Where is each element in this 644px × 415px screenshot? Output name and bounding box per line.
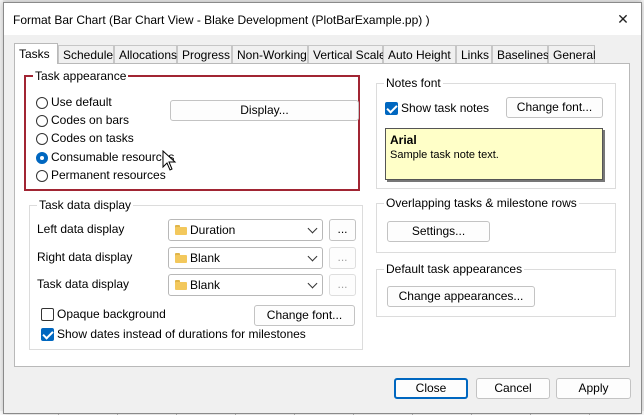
tab-general[interactable]: General — [548, 45, 596, 63]
cancel-button[interactable]: Cancel — [476, 378, 550, 399]
note-font-sample: Arial Sample task note text. — [385, 128, 603, 180]
settings-button[interactable]: Settings... — [387, 221, 490, 242]
note-sample-title: Arial — [390, 133, 417, 147]
show-task-notes-option[interactable]: Show task notes — [385, 100, 489, 116]
task-data-more-button[interactable]: ... — [329, 274, 356, 296]
select-value: Blank — [190, 278, 221, 292]
overlapping-rows-legend: Overlapping tasks & milestone rows — [384, 196, 579, 210]
default-appearances-group: Default task appearances Change appearan… — [376, 262, 616, 317]
default-appearances-legend: Default task appearances — [384, 262, 525, 276]
folder-icon — [175, 253, 187, 263]
chevron-down-icon — [307, 223, 318, 234]
radio-button[interactable] — [36, 151, 48, 164]
left-data-more-button[interactable]: ... — [329, 219, 356, 241]
close-button[interactable]: Close — [394, 378, 468, 399]
task-appearance-group: Task appearance Use default Codes on bar… — [24, 69, 360, 191]
task-data-display-label: Task data display — [37, 277, 130, 291]
chevron-down-icon — [307, 251, 318, 262]
tab-vertical-scale[interactable]: Vertical Scale — [308, 45, 386, 63]
checkbox-label: Show task notes — [401, 101, 490, 115]
tab-schedule[interactable]: Schedule — [58, 45, 114, 63]
task-data-display-legend: Task data display — [37, 198, 134, 212]
checkbox-label: Show dates instead of durations for mile… — [57, 327, 306, 341]
format-bar-chart-dialog: Format Bar Chart (Bar Chart View - Blake… — [3, 2, 642, 414]
apply-button[interactable]: Apply — [556, 378, 631, 399]
note-sample-text: Sample task note text. — [390, 149, 499, 161]
radio-button[interactable] — [36, 132, 48, 145]
select-value: Blank — [190, 251, 221, 265]
chevron-down-icon — [307, 278, 318, 289]
close-icon[interactable]: ✕ — [605, 3, 641, 35]
folder-icon — [175, 280, 187, 290]
task-data-display-group: Task data display Left data display Dura… — [29, 198, 363, 350]
notes-font-group: Notes font Show task notes Change font..… — [376, 76, 616, 189]
right-data-more-button[interactable]: ... — [329, 247, 356, 269]
folder-icon — [175, 225, 187, 235]
radio-button[interactable] — [36, 114, 48, 127]
tasks-tab-panel: Task appearance Use default Codes on bar… — [14, 63, 630, 367]
radio-codes-on-bars[interactable]: Codes on bars — [36, 112, 129, 128]
window-title: Format Bar Chart (Bar Chart View - Blake… — [13, 13, 430, 27]
show-dates-option[interactable]: Show dates instead of durations for mile… — [41, 326, 306, 342]
tab-baselines[interactable]: Baselines — [492, 45, 549, 63]
tab-progress[interactable]: Progress — [177, 45, 232, 63]
mouse-pointer-icon — [162, 150, 177, 171]
tab-links[interactable]: Links — [456, 45, 492, 63]
notes-font-legend: Notes font — [384, 76, 443, 90]
radio-button[interactable] — [36, 96, 48, 109]
left-data-display-label: Left data display — [37, 222, 125, 236]
task-appearance-legend: Task appearance — [33, 69, 129, 83]
task-data-display-select[interactable]: Blank — [168, 274, 323, 296]
right-data-display-label: Right data display — [37, 250, 133, 264]
radio-label: Consumable resources — [51, 150, 175, 164]
radio-button[interactable] — [36, 169, 48, 182]
task-data-change-font-button[interactable]: Change font... — [254, 305, 355, 326]
checkbox[interactable] — [41, 308, 54, 322]
radio-use-default[interactable]: Use default — [36, 94, 112, 110]
radio-permanent-resources[interactable]: Permanent resources — [36, 167, 166, 183]
checkbox-label: Opaque background — [57, 307, 166, 321]
change-appearances-button[interactable]: Change appearances... — [387, 286, 535, 307]
notes-change-font-button[interactable]: Change font... — [506, 97, 603, 118]
checkbox[interactable] — [385, 102, 398, 116]
display-button[interactable]: Display... — [170, 100, 359, 121]
tab-tasks[interactable]: Tasks — [14, 43, 58, 64]
select-value: Duration — [190, 223, 236, 237]
tab-non-working[interactable]: Non-Working — [232, 45, 308, 63]
radio-consumable-resources[interactable]: Consumable resources — [36, 149, 174, 165]
tab-allocations[interactable]: Allocations — [114, 45, 177, 63]
radio-label: Permanent resources — [51, 168, 166, 182]
radio-label: Codes on bars — [51, 113, 130, 127]
title-bar: Format Bar Chart (Bar Chart View - Blake… — [4, 3, 641, 35]
overlapping-rows-group: Overlapping tasks & milestone rows Setti… — [376, 196, 616, 253]
radio-label: Use default — [51, 95, 112, 109]
checkbox[interactable] — [41, 328, 54, 342]
radio-codes-on-tasks[interactable]: Codes on tasks — [36, 130, 134, 146]
left-data-display-select[interactable]: Duration — [168, 219, 323, 241]
tab-auto-height[interactable]: Auto Height — [383, 45, 456, 63]
opaque-background-option[interactable]: Opaque background — [41, 306, 166, 322]
right-data-display-select[interactable]: Blank — [168, 247, 323, 269]
radio-label: Codes on tasks — [51, 131, 134, 145]
